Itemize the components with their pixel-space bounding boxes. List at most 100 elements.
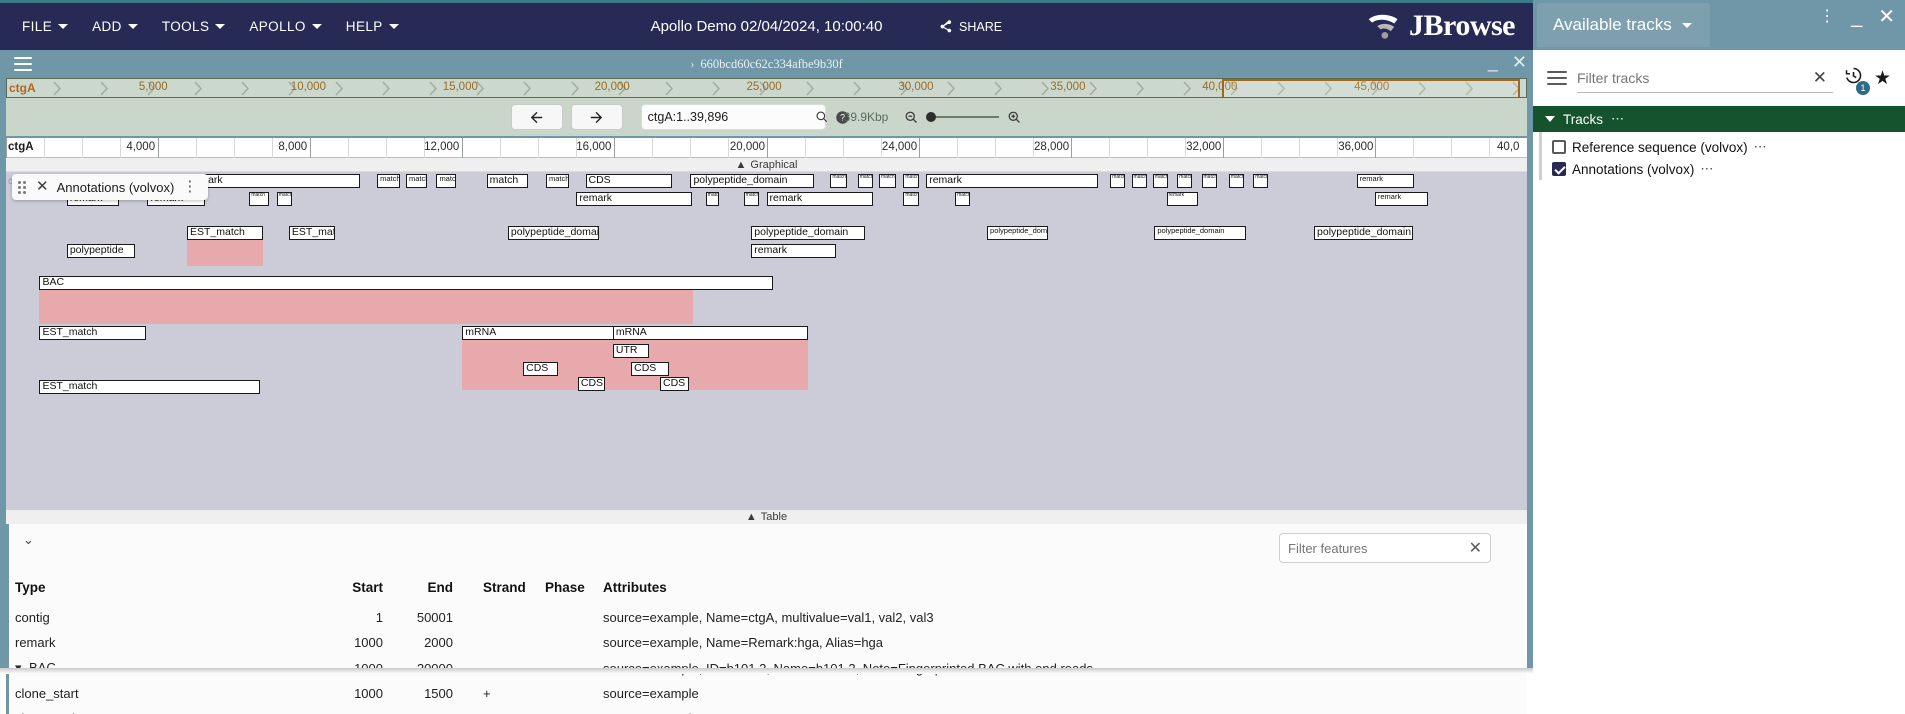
- location-input-box[interactable]: ?: [640, 104, 849, 130]
- menu-tools[interactable]: TOOLS: [152, 13, 236, 40]
- clear-icon[interactable]: ✕: [1807, 68, 1833, 88]
- column-header-phase[interactable]: Phase: [545, 576, 603, 605]
- zoom-slider-thumb[interactable]: [926, 112, 937, 122]
- track-label-annotations[interactable]: ✕ Annotations (volvox) ⋮: [12, 174, 209, 200]
- feature-box[interactable]: match: [1228, 174, 1245, 188]
- zoom-in-icon[interactable]: [1007, 110, 1022, 125]
- recent-history-icon[interactable]: 1: [1843, 65, 1870, 95]
- hamburger-menu-icon[interactable]: [1547, 71, 1567, 85]
- feature-box[interactable]: match: [1152, 174, 1169, 188]
- feature-box[interactable]: match: [903, 174, 919, 188]
- close-icon[interactable]: ✕: [36, 179, 49, 194]
- feature-box[interactable]: CDS: [523, 362, 559, 376]
- feature-box[interactable]: CDS: [585, 174, 673, 188]
- more-options-icon[interactable]: ⋯: [1754, 139, 1769, 155]
- annotations-track-canvas[interactable]: contig ✕ Annotations (volvox) ⋮ remarkre…: [6, 172, 1527, 510]
- clear-icon[interactable]: ✕: [1469, 538, 1482, 558]
- feature-box[interactable]: match: [743, 192, 759, 206]
- more-options-icon[interactable]: ⋯: [1700, 161, 1715, 177]
- graphical-toggle[interactable]: ▲ Graphical: [6, 158, 1527, 172]
- feature-box[interactable]: EST_match: [39, 380, 260, 394]
- filter-tracks-box[interactable]: ✕: [1577, 63, 1833, 93]
- main-ruler[interactable]: ctgA 4,000 8,000 12,000 16,000 20,000 24,000 2…: [6, 138, 1527, 158]
- column-header-end[interactable]: End: [405, 576, 483, 605]
- column-header-strand[interactable]: Strand: [483, 576, 545, 605]
- feature-box[interactable]: polypeptide_domain: [1154, 226, 1246, 240]
- drawer-title-button[interactable]: Available tracks: [1537, 3, 1710, 47]
- minimize-icon[interactable]: _: [1488, 52, 1498, 72]
- track-checkbox[interactable]: [1552, 162, 1566, 176]
- feature-box[interactable]: match: [1177, 174, 1193, 188]
- table-row[interactable]: contig 1 50001 source=example, Name=ctgA, m…: [9, 605, 1527, 630]
- menu-apollo[interactable]: APOLLO: [239, 13, 331, 40]
- star-icon[interactable]: ★: [1874, 67, 1891, 90]
- more-options-icon[interactable]: ⋯: [1611, 111, 1626, 127]
- feature-box[interactable]: match: [377, 174, 400, 188]
- table-row[interactable]: clone_start 1000 1500 + source=example: [9, 681, 1527, 706]
- close-icon[interactable]: ✕: [1878, 7, 1895, 27]
- feature-box[interactable]: EST_match: [288, 226, 335, 240]
- feature-box[interactable]: polypeptide_domain: [507, 226, 600, 240]
- feature-box[interactable]: polypeptide_domain: [1314, 226, 1413, 240]
- feature-box[interactable]: BAC: [39, 276, 773, 290]
- feature-box[interactable]: match: [1253, 174, 1269, 188]
- share-button[interactable]: SHARE: [930, 15, 1010, 38]
- feature-box[interactable]: remark: [576, 192, 692, 206]
- menu-help[interactable]: HELP: [336, 13, 409, 40]
- feature-box[interactable]: remark: [766, 192, 873, 206]
- feature-box[interactable]: match: [879, 174, 896, 188]
- feature-box[interactable]: match: [903, 192, 919, 206]
- feature-box[interactable]: match: [1110, 174, 1126, 188]
- minimize-icon[interactable]: _: [1851, 7, 1862, 27]
- feature-box[interactable]: match: [486, 174, 528, 188]
- feature-box[interactable]: match: [857, 174, 873, 188]
- feature-box[interactable]: mRNA: [612, 326, 808, 340]
- drag-handle-icon[interactable]: [18, 181, 28, 194]
- table-row[interactable]: remark 1000 2000 source=example, Name=Remar…: [9, 630, 1527, 655]
- forward-button[interactable]: [570, 104, 623, 130]
- feature-box[interactable]: polypeptide_domain: [751, 226, 866, 240]
- more-vertical-icon[interactable]: ⋮: [1819, 9, 1835, 25]
- menu-add[interactable]: ADD: [82, 13, 148, 40]
- feature-block[interactable]: [186, 240, 264, 266]
- table-toggle[interactable]: ▲ Table: [6, 510, 1527, 524]
- feature-box[interactable]: match: [955, 192, 971, 206]
- feature-box[interactable]: match: [1131, 174, 1147, 188]
- feature-box[interactable]: CDS: [631, 362, 670, 376]
- zoom-out-icon[interactable]: [904, 110, 919, 125]
- filter-features-box[interactable]: ✕: [1279, 533, 1491, 563]
- feature-box[interactable]: polypeptide_domain: [690, 174, 814, 188]
- overview-region-highlight[interactable]: [1222, 79, 1520, 97]
- feature-box[interactable]: match: [406, 174, 428, 188]
- column-header-type[interactable]: Type: [9, 576, 329, 605]
- table-row[interactable]: clone_end1950020000- source=example: [9, 706, 1527, 714]
- collapse-icon[interactable]: ⌄: [23, 532, 34, 548]
- feature-box[interactable]: CDS: [660, 377, 689, 391]
- filter-tracks-input[interactable]: [1577, 69, 1807, 86]
- feature-box[interactable]: remark: [926, 174, 1099, 188]
- back-button[interactable]: [510, 104, 563, 130]
- feature-box[interactable]: polypeptide: [66, 244, 136, 258]
- more-options-icon[interactable]: ⋮: [182, 179, 198, 194]
- menu-file[interactable]: FILE: [12, 13, 78, 40]
- feature-box[interactable]: EST_match: [186, 226, 264, 240]
- filter-features-input[interactable]: [1288, 540, 1469, 556]
- column-header-attributes[interactable]: Attributes: [603, 576, 1527, 605]
- overview-scalebar[interactable]: ctgA 5,000 10,000 15,000 20,000 25,000 30,000…: [6, 78, 1527, 98]
- feature-box[interactable]: match: [249, 192, 270, 206]
- feature-box[interactable]: UTR: [612, 344, 650, 358]
- feature-box[interactable]: remark: [186, 174, 361, 188]
- feature-box[interactable]: remark: [1166, 192, 1199, 206]
- search-icon[interactable]: [815, 110, 829, 124]
- track-list-item[interactable]: Annotations (volvox) ⋯: [1552, 158, 1905, 180]
- feature-box[interactable]: match: [545, 174, 569, 188]
- feature-box[interactable]: remark: [1374, 192, 1429, 206]
- feature-box[interactable]: remark: [751, 244, 837, 258]
- track-checkbox[interactable]: [1552, 140, 1566, 154]
- zoom-slider-track[interactable]: [926, 112, 1000, 122]
- feature-box[interactable]: match: [1201, 174, 1217, 188]
- feature-box[interactable]: remark: [1356, 174, 1415, 188]
- feature-box[interactable]: EST_match: [39, 326, 146, 340]
- location-input[interactable]: [647, 110, 809, 124]
- chevron-right-icon[interactable]: ›: [690, 57, 694, 71]
